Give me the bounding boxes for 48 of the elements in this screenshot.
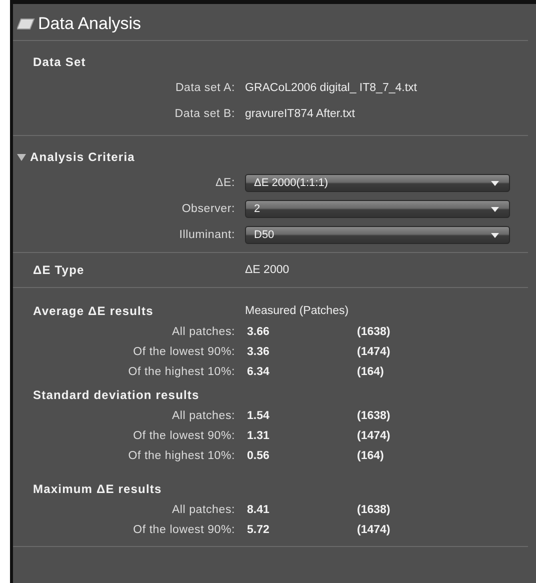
- result-value: 5.72: [246, 524, 270, 536]
- row-label: Of the highest 10%:: [127, 450, 235, 462]
- field-value: ΔE 2000: [245, 264, 290, 276]
- result-value: 3.36: [246, 346, 270, 358]
- result-value: 1.54: [246, 410, 270, 422]
- row-label: All patches:: [170, 504, 235, 516]
- paper-icon: [17, 18, 35, 30]
- result-value: 3.66: [246, 326, 270, 338]
- result-value: 8.41: [246, 504, 270, 516]
- field-label: ΔE:: [214, 177, 235, 189]
- patch-count: (1638): [356, 504, 392, 516]
- section-heading: Standard deviation results: [33, 388, 200, 402]
- triangle-down-icon[interactable]: [17, 152, 26, 162]
- section-heading: Data Set: [33, 55, 86, 69]
- column-header: Measured (Patches): [245, 305, 350, 317]
- dropdown[interactable]: D50: [245, 226, 510, 244]
- row-label: All patches:: [170, 326, 235, 338]
- row-label: All patches:: [170, 410, 235, 422]
- section-heading: Maximum ΔE results: [33, 482, 162, 496]
- result-value: 0.56: [246, 450, 270, 462]
- patch-count: (1474): [356, 346, 392, 358]
- patch-count: (1638): [356, 410, 392, 422]
- row-label: Of the lowest 90%:: [132, 430, 235, 442]
- result-value: 6.34: [246, 366, 270, 378]
- field-label: Data set B:: [174, 108, 235, 120]
- section-heading: Average ΔE results: [33, 304, 154, 318]
- dropdown[interactable]: 2: [245, 200, 510, 218]
- section-heading: ΔE Type: [33, 263, 84, 277]
- patch-count: (164): [356, 366, 385, 378]
- patch-count: (1474): [356, 524, 392, 536]
- result-value: 1.31: [246, 430, 270, 442]
- caret-icon: [491, 232, 499, 238]
- caret-icon: [491, 180, 499, 186]
- field-label: Data set A:: [174, 82, 235, 94]
- field-value: GRACoL2006 digital_ IT8_7_4.txt: [245, 82, 418, 94]
- dropdown[interactable]: ΔE 2000(1:1:1): [245, 174, 510, 192]
- patch-count: (1638): [356, 326, 392, 338]
- caret-icon: [491, 206, 499, 212]
- row-label: Of the highest 10%:: [127, 366, 235, 378]
- field-label: Illuminant:: [178, 229, 235, 241]
- section-heading: Analysis Criteria: [30, 150, 135, 164]
- patch-count: (1474): [356, 430, 392, 442]
- field-label: Observer:: [180, 203, 235, 215]
- panel-title: Data Analysis: [38, 14, 141, 34]
- row-label: Of the lowest 90%:: [132, 524, 235, 536]
- field-value: gravureIT874 After.txt: [245, 108, 356, 120]
- patch-count: (164): [356, 450, 385, 462]
- row-label: Of the lowest 90%:: [132, 346, 235, 358]
